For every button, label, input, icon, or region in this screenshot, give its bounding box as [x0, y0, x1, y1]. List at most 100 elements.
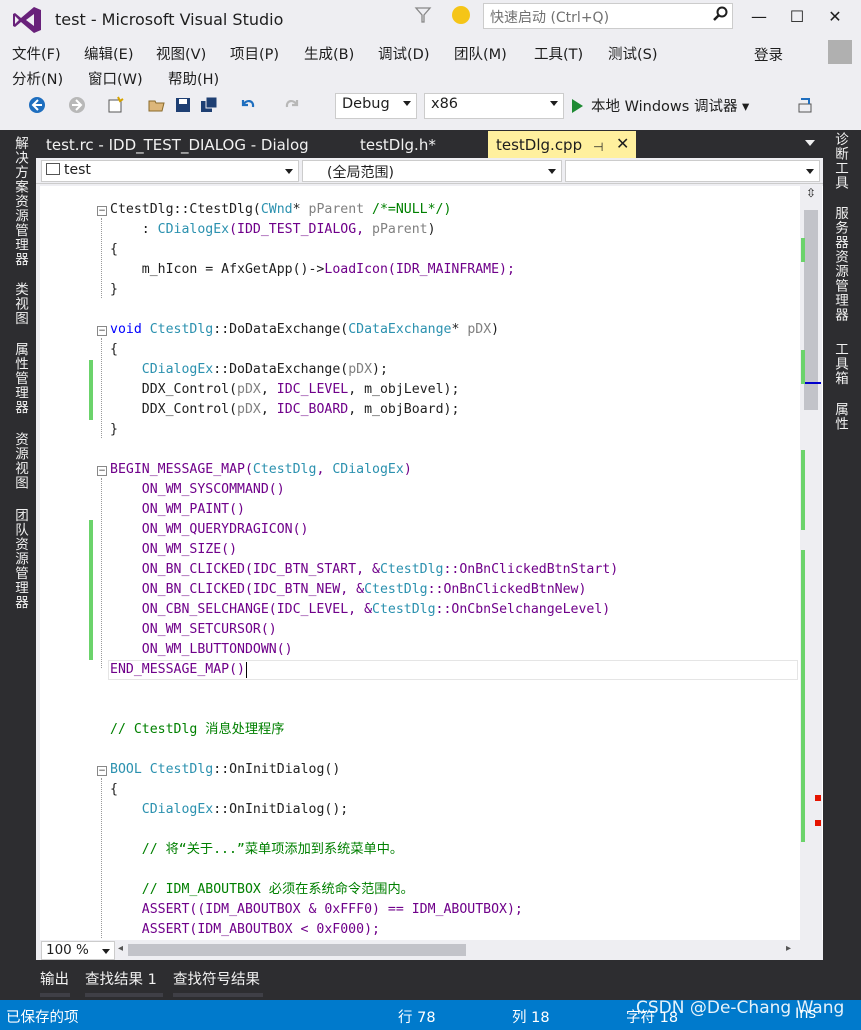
scroll-change-marker [801, 550, 805, 842]
dock-tab-solution-explorer[interactable]: 解决方案资源管理器 [10, 136, 30, 267]
zoom-value: 100 % [46, 942, 89, 958]
chevron-down-icon [550, 101, 558, 106]
undo-icon[interactable] [238, 96, 256, 114]
menu-project[interactable]: 项目(P) [230, 43, 279, 64]
menu-debug[interactable]: 调试(D) [378, 43, 429, 64]
scope-value: (全局范围) [327, 165, 394, 181]
collapse-icon[interactable]: − [97, 326, 107, 336]
notification-filter-icon[interactable] [414, 6, 432, 24]
code-line: } [110, 422, 118, 437]
menu-window[interactable]: 窗口(W) [88, 68, 143, 89]
scope-dropdown[interactable]: (全局范围) [302, 160, 562, 182]
new-project-icon[interactable] [106, 96, 124, 114]
code-line: { [110, 242, 118, 257]
split-editor-icon[interactable]: ⇳ [803, 186, 819, 204]
close-icon[interactable]: ✕ [616, 134, 629, 153]
dock-tab-server-explorer[interactable]: 服务器资源管理器 [830, 206, 850, 322]
scroll-error-marker [815, 795, 821, 801]
dock-tab-toolbox[interactable]: 工具箱 [830, 342, 850, 386]
quick-launch-input[interactable]: 快速启动 (Ctrl+Q) [483, 3, 733, 29]
solution-configuration-dropdown[interactable]: Debug [335, 93, 417, 119]
changed-lines-marker [89, 360, 93, 420]
chevron-down-icon[interactable] [805, 140, 815, 146]
code-line: ON_WM_LBUTTONDOWN() [110, 642, 293, 657]
menu-test[interactable]: 测试(S) [608, 43, 658, 64]
tab-testdlg-h[interactable]: testDlg.h* [354, 133, 442, 158]
menu-tools[interactable]: 工具(T) [534, 43, 583, 64]
menu-analyze[interactable]: 分析(N) [12, 68, 63, 89]
tab-indicator [173, 993, 263, 997]
member-dropdown[interactable] [565, 160, 820, 182]
code-line: } [110, 282, 118, 297]
dock-tab-diagnostic-tools[interactable]: 诊断工具 [830, 132, 850, 190]
collapse-icon[interactable]: − [97, 206, 107, 216]
chevron-down-icon [285, 169, 293, 174]
feedback-smiley-icon[interactable] [452, 6, 470, 24]
scroll-change-marker [801, 238, 805, 262]
code-line: CDialogEx::OnInitDialog(); [141, 802, 349, 817]
login-link[interactable]: 登录 [754, 44, 783, 65]
collapse-icon[interactable]: − [97, 466, 107, 476]
scroll-caret-marker [805, 382, 821, 384]
solution-platform-dropdown[interactable]: x86 [424, 93, 564, 119]
tab-find-symbol-results[interactable]: 查找符号结果 [173, 968, 260, 989]
indent-guide [101, 218, 102, 298]
project-value: test [64, 162, 91, 178]
dock-tab-resource-view[interactable]: 资源视图 [10, 432, 30, 490]
chevron-down-icon [806, 169, 814, 174]
code-line: ON_BN_CLICKED(IDC_BTN_START, &CtestDlg::… [110, 562, 619, 577]
menu-view[interactable]: 视图(V) [156, 43, 206, 64]
configuration-value: Debug [342, 96, 390, 112]
project-dropdown[interactable]: test [41, 160, 299, 182]
start-debugging-label: 本地 Windows 调试器 [591, 99, 738, 115]
indent-guide [101, 478, 102, 668]
code-line: ASSERT((IDM_ABOUTBOX & 0xFFF0) == IDM_AB… [110, 902, 523, 917]
open-file-icon[interactable] [148, 96, 166, 114]
dock-tab-properties[interactable]: 属性 [830, 402, 850, 431]
code-line: CDialogEx::DoDataExchange(pDX); [141, 362, 388, 377]
close-window-button[interactable]: ✕ [818, 4, 852, 30]
dock-tab-team-explorer[interactable]: 团队资源管理器 [10, 508, 30, 610]
step-into-icon[interactable] [797, 96, 815, 114]
save-all-icon[interactable] [200, 96, 218, 114]
menu-help[interactable]: 帮助(H) [168, 68, 219, 89]
minimize-button[interactable]: — [742, 4, 776, 30]
code-line: DDX_Control(pDX, IDC_LEVEL, m_objLevel); [110, 382, 460, 397]
indent-guide [101, 338, 102, 438]
avatar[interactable] [828, 40, 852, 64]
status-message: 已保存的项 [6, 1010, 79, 1026]
search-icon[interactable] [712, 6, 728, 22]
code-line: : CDialogEx(IDD_TEST_DIALOG, pParent) [110, 222, 436, 237]
redo-icon[interactable] [284, 96, 302, 114]
menu-file[interactable]: 文件(F) [12, 43, 61, 64]
scroll-change-marker [801, 350, 805, 384]
dock-tab-class-view[interactable]: 类视图 [10, 282, 30, 326]
code-line: ON_WM_SETCURSOR() [110, 622, 277, 637]
tab-find-results-1[interactable]: 查找结果 1 [85, 968, 157, 989]
pin-icon[interactable]: ⊣ [593, 140, 603, 154]
start-debugging-button[interactable]: 本地 Windows 调试器 ▾ [572, 95, 749, 116]
menu-team[interactable]: 团队(M) [454, 43, 507, 64]
maximize-button[interactable]: ☐ [780, 4, 814, 30]
navigate-forward-icon[interactable] [68, 96, 86, 114]
navigate-back-icon[interactable] [28, 96, 46, 114]
code-line: BEGIN_MESSAGE_MAP(CtestDlg, CDialogEx) [110, 462, 412, 477]
collapse-icon[interactable]: − [97, 766, 107, 776]
changed-lines-marker [89, 520, 93, 660]
menu-edit[interactable]: 编辑(E) [84, 43, 133, 64]
code-line: BOOL CtestDlg::OnInitDialog() [110, 762, 341, 777]
dock-tab-property-manager[interactable]: 属性管理器 [10, 342, 30, 415]
scroll-left-icon[interactable]: ◂ [118, 943, 123, 954]
status-line: 行 78 [398, 1010, 436, 1026]
visual-studio-logo-icon [13, 7, 41, 33]
tab-indicator [40, 993, 70, 997]
zoom-dropdown[interactable]: 100 % [41, 941, 115, 960]
horizontal-scrollbar-thumb[interactable] [128, 944, 466, 956]
menu-build[interactable]: 生成(B) [304, 43, 354, 64]
scrollbar-thumb[interactable] [804, 210, 818, 410]
tab-test-rc[interactable]: test.rc - IDD_TEST_DIALOG - Dialog [40, 133, 315, 158]
tab-output[interactable]: 输出 [40, 968, 69, 989]
window-title: test - Microsoft Visual Studio [55, 10, 284, 29]
scroll-right-icon[interactable]: ▸ [786, 943, 791, 954]
save-icon[interactable] [174, 96, 192, 114]
